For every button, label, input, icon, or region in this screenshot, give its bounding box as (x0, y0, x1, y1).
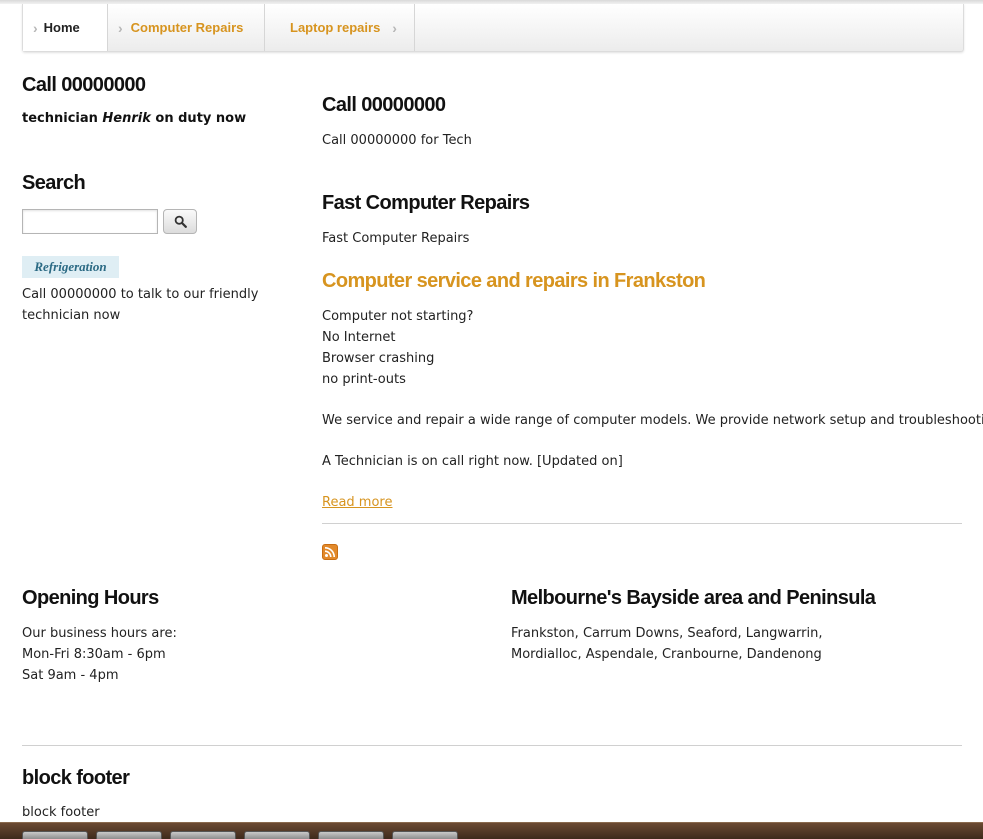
sidebar-call-title: Call 00000000 (22, 74, 146, 96)
search-icon (174, 215, 187, 228)
technician-paragraph: A Technician is on call right now. [Upda… (322, 454, 623, 469)
rss-glyph (324, 547, 335, 558)
taskbar-button[interactable] (96, 831, 162, 839)
hours-line: Mon-Fri 8:30am - 6pm (22, 647, 166, 662)
service-area-title: Melbourne's Bayside area and Peninsula (511, 587, 876, 609)
breadcrumb-computer-repairs-label: Computer Repairs (130, 20, 244, 35)
breadcrumb-laptop-repairs[interactable]: Laptop repairs › (265, 4, 415, 51)
os-taskbar (0, 822, 983, 839)
refrigeration-tag[interactable]: Refrigeration (22, 256, 119, 278)
chevron-right-icon: › (118, 19, 123, 36)
main-call-title: Call 00000000 (322, 94, 446, 116)
main-call-text: Call 00000000 for Tech (322, 133, 472, 148)
opening-hours-title: Opening Hours (22, 587, 159, 609)
breadcrumb-laptop-repairs-label: Laptop repairs (290, 20, 381, 35)
duty-prefix: technician (22, 111, 103, 126)
content-divider (322, 523, 962, 524)
issue-item: Browser crashing (322, 351, 435, 366)
article-title[interactable]: Computer service and repairs in Franksto… (322, 270, 706, 293)
service-area-text: Frankston, Carrum Downs, Seaford, Langwa… (511, 626, 823, 662)
sidebar-call-text: Call 00000000 to talk to our friendly te… (22, 287, 259, 323)
duty-technician-name: Henrik (102, 111, 151, 126)
service-paragraph: We service and repair a wide range of co… (322, 413, 983, 428)
breadcrumb-computer-repairs[interactable]: › Computer Repairs (108, 4, 265, 51)
hours-line: Sat 9am - 4pm (22, 668, 119, 683)
issue-item: No Internet (322, 330, 396, 345)
read-more-link[interactable]: Read more (322, 492, 392, 513)
block-footer-text: block footer (22, 805, 100, 820)
taskbar-button[interactable] (392, 831, 458, 839)
rss-icon[interactable] (322, 544, 338, 560)
fast-repairs-text: Fast Computer Repairs (322, 231, 470, 246)
breadcrumb: › Home › Computer Repairs Laptop repairs… (22, 4, 964, 52)
taskbar-button[interactable] (170, 831, 236, 839)
taskbar-button[interactable] (318, 831, 384, 839)
taskbar-button[interactable] (244, 831, 310, 839)
chevron-right-icon: › (33, 19, 38, 36)
issue-item: no print-outs (322, 372, 406, 387)
issue-item: Computer not starting? (322, 309, 474, 324)
chevron-right-icon: › (392, 19, 397, 36)
hours-line: Our business hours are: (22, 626, 177, 641)
breadcrumb-home[interactable]: › Home (23, 4, 108, 51)
search-button[interactable] (163, 209, 197, 234)
breadcrumb-home-label: Home (43, 20, 80, 35)
duty-suffix: on duty now (150, 111, 247, 126)
search-block-title: Search (22, 172, 86, 194)
fast-repairs-title: Fast Computer Repairs (322, 192, 530, 214)
search-input[interactable] (22, 209, 158, 234)
on-duty-text: technician Henrik on duty now (22, 111, 246, 126)
footer-divider (22, 745, 962, 746)
block-footer-title: block footer (22, 767, 130, 789)
issues-list: Computer not starting? No Internet Brows… (322, 306, 473, 390)
opening-hours-list: Our business hours are: Mon-Fri 8:30am -… (22, 623, 177, 686)
taskbar-button[interactable] (22, 831, 88, 839)
